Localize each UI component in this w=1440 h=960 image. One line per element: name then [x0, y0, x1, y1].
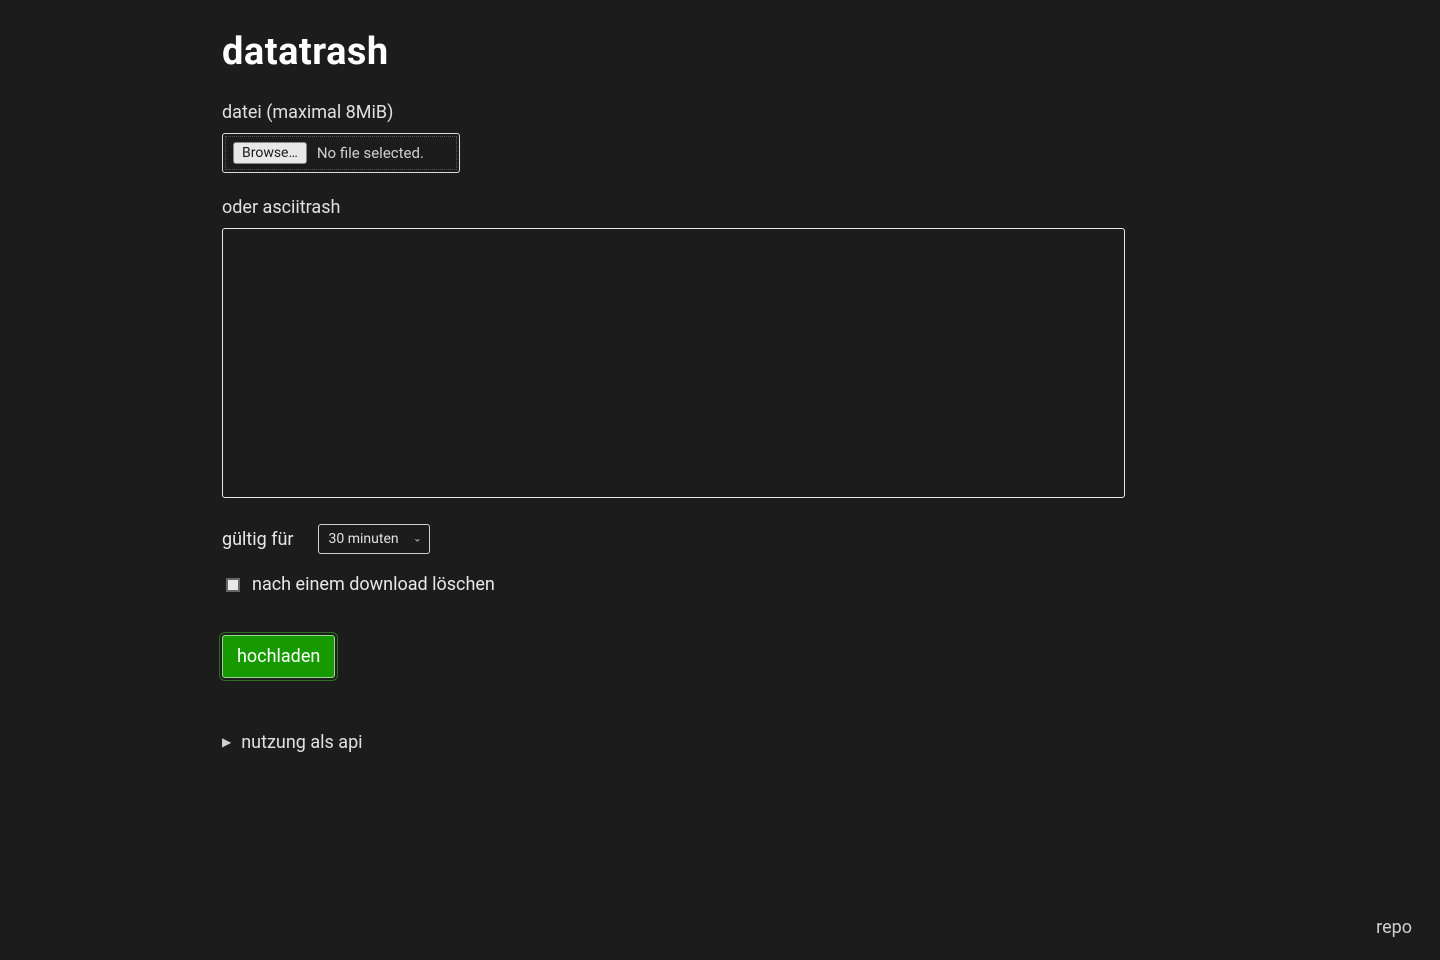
api-usage-summary[interactable]: ▶ nutzung als api	[222, 732, 363, 753]
asciitrash-textarea[interactable]	[222, 228, 1125, 498]
delete-after-download-checkbox[interactable]	[226, 578, 240, 592]
validity-select[interactable]: 30 minuten	[318, 524, 430, 554]
upload-button[interactable]: hochladen	[222, 635, 335, 678]
browse-button[interactable]: Browse…	[233, 142, 307, 164]
text-field-label: oder asciitrash	[222, 197, 1125, 218]
validity-label: gültig für	[222, 529, 294, 550]
file-input[interactable]: Browse… No file selected.	[222, 133, 460, 173]
repo-link[interactable]: repo	[1376, 917, 1412, 938]
api-usage-label: nutzung als api	[241, 732, 362, 753]
api-usage-details[interactable]: ▶ nutzung als api	[222, 730, 1125, 753]
file-status-text: No file selected.	[317, 144, 424, 162]
page-title: datatrash	[222, 30, 1125, 74]
file-field-label: datei (maximal 8MiB)	[222, 102, 1125, 123]
delete-after-download-label: nach einem download löschen	[252, 574, 495, 595]
disclosure-triangle-icon: ▶	[222, 735, 231, 749]
